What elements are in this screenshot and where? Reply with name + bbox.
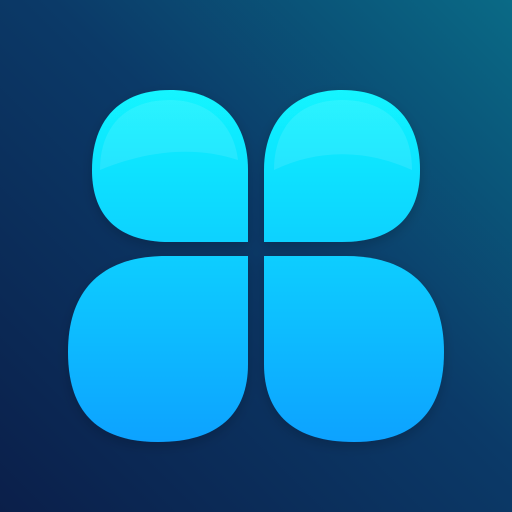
app-icon (0, 0, 512, 512)
petal-bottom-left (68, 256, 248, 442)
icon-background (0, 0, 512, 512)
four-lobe-clover-icon (0, 0, 512, 512)
petal-bottom-right (264, 256, 444, 442)
